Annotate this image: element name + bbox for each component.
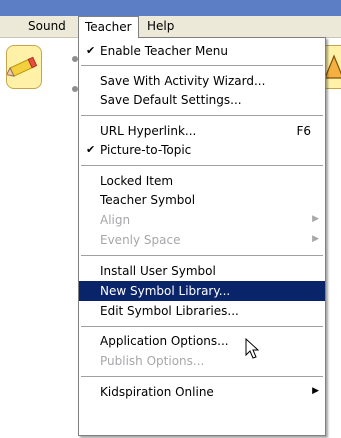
menu-separator: [81, 115, 323, 116]
menu-item-teacher-symbol[interactable]: Teacher Symbol: [79, 190, 325, 210]
menu-separator: [81, 376, 323, 377]
teacher-menu-dropdown: ✔ Enable Teacher Menu Save With Activity…: [78, 37, 326, 436]
menu-item-save-default-settings[interactable]: Save Default Settings...: [79, 90, 325, 110]
mouse-pointer-icon: [245, 338, 259, 359]
menu-item-enable-teacher-menu[interactable]: ✔ Enable Teacher Menu: [79, 41, 325, 61]
menu-item-label: Evenly Space: [100, 233, 181, 247]
menu-item-align: Align ▶: [79, 210, 325, 230]
menu-item-evenly-space: Evenly Space ▶: [79, 230, 325, 250]
menu-help[interactable]: Help: [141, 16, 180, 37]
menu-item-save-with-activity-wizard[interactable]: Save With Activity Wizard...: [79, 71, 325, 91]
menu-item-label: New Symbol Library...: [100, 284, 231, 298]
menu-item-label: Edit Symbol Libraries...: [100, 304, 239, 318]
menu-item-publish-options: Publish Options...: [79, 351, 325, 371]
submenu-arrow-icon: ▶: [312, 234, 319, 244]
menu-item-label: Locked Item: [100, 174, 174, 188]
menu-separator: [81, 165, 323, 166]
menu-separator: [81, 65, 323, 66]
shortcut-label: F6: [296, 124, 311, 138]
pencil-tool-button[interactable]: [5, 45, 42, 89]
menu-item-picture-to-topic[interactable]: ✔ Picture-to-Topic: [79, 140, 325, 160]
menu-item-edit-symbol-libraries[interactable]: Edit Symbol Libraries...: [79, 301, 325, 321]
menu-item-label: Align: [100, 213, 131, 227]
menu-item-label: Install User Symbol: [100, 264, 216, 278]
menu-sound[interactable]: Sound: [22, 16, 72, 37]
menu-item-label: Publish Options...: [100, 354, 205, 368]
title-bar-strip: [0, 0, 341, 16]
submenu-arrow-icon: ▶: [312, 386, 319, 396]
menu-item-label: Teacher Symbol: [100, 193, 196, 207]
menu-item-label: URL Hyperlink...: [100, 124, 197, 138]
check-icon: ✔: [86, 143, 96, 156]
submenu-arrow-icon: ▶: [312, 214, 319, 224]
menu-item-label: Kidspiration Online: [100, 385, 214, 399]
menu-separator: [81, 326, 323, 327]
menu-item-application-options[interactable]: Application Options...: [79, 331, 325, 351]
menu-item-install-user-symbol[interactable]: Install User Symbol: [79, 261, 325, 281]
check-icon: ✔: [86, 44, 96, 57]
menu-item-label: Picture-to-Topic: [100, 143, 192, 157]
menu-item-locked-item[interactable]: Locked Item: [79, 171, 325, 191]
menu-item-new-symbol-library[interactable]: New Symbol Library...: [79, 281, 325, 301]
menu-item-url-hyperlink[interactable]: URL Hyperlink... F6: [79, 121, 325, 141]
menu-teacher[interactable]: Teacher: [78, 16, 139, 38]
menu-item-label: Save Default Settings...: [100, 93, 242, 107]
menu-item-kidspiration-online[interactable]: Kidspiration Online ▶: [79, 382, 325, 402]
menu-item-label: Enable Teacher Menu: [100, 44, 228, 58]
menu-item-label: Save With Activity Wizard...: [100, 74, 266, 88]
pencil-icon: [5, 56, 38, 77]
menu-bar: Sound Teacher Help: [0, 16, 341, 38]
menu-item-label: Application Options...: [100, 334, 229, 348]
menu-separator: [81, 255, 323, 256]
